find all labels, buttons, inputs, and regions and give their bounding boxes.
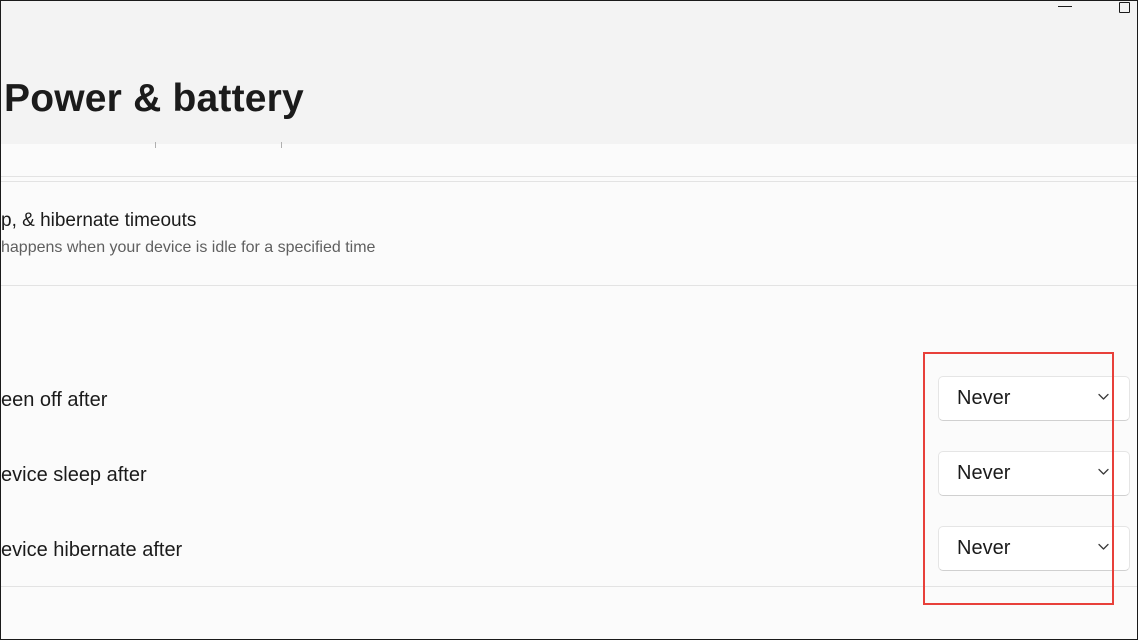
chevron-down-icon [1098,393,1109,400]
minimize-button[interactable] [1045,1,1085,21]
sleep-label: evice sleep after [1,464,147,486]
screen-off-dropdown[interactable]: Never [938,376,1130,421]
minimize-icon [1058,5,1072,7]
dropdown-value: Never [957,462,1011,484]
divider-mark [155,142,156,148]
divider-mark [281,142,282,148]
dropdown-value: Never [957,537,1011,559]
section-divider [1,285,1137,286]
screen-off-label: een off after [1,389,108,411]
dropdown-value: Never [957,387,1011,409]
hibernate-label: evice hibernate after [1,539,183,561]
hibernate-dropdown[interactable]: Never [938,526,1130,571]
maximize-icon [1118,1,1130,13]
page-title: Power & battery [4,77,304,120]
settings-window: Power & battery p, & hibernate timeouts … [0,0,1138,640]
maximize-button[interactable] [1109,1,1137,21]
section-divider [1,176,1137,177]
page-header: Power & battery [1,1,1137,144]
section-subtitle: happens when your device is idle for a s… [1,239,376,256]
chevron-down-icon [1098,468,1109,475]
sleep-dropdown[interactable]: Never [938,451,1130,496]
chevron-down-icon [1098,543,1109,550]
section-divider [1,586,1137,587]
timeouts-section-header[interactable] [1,182,1137,285]
section-title: p, & hibernate timeouts [1,210,197,231]
previous-setting-row[interactable] [1,144,1137,175]
